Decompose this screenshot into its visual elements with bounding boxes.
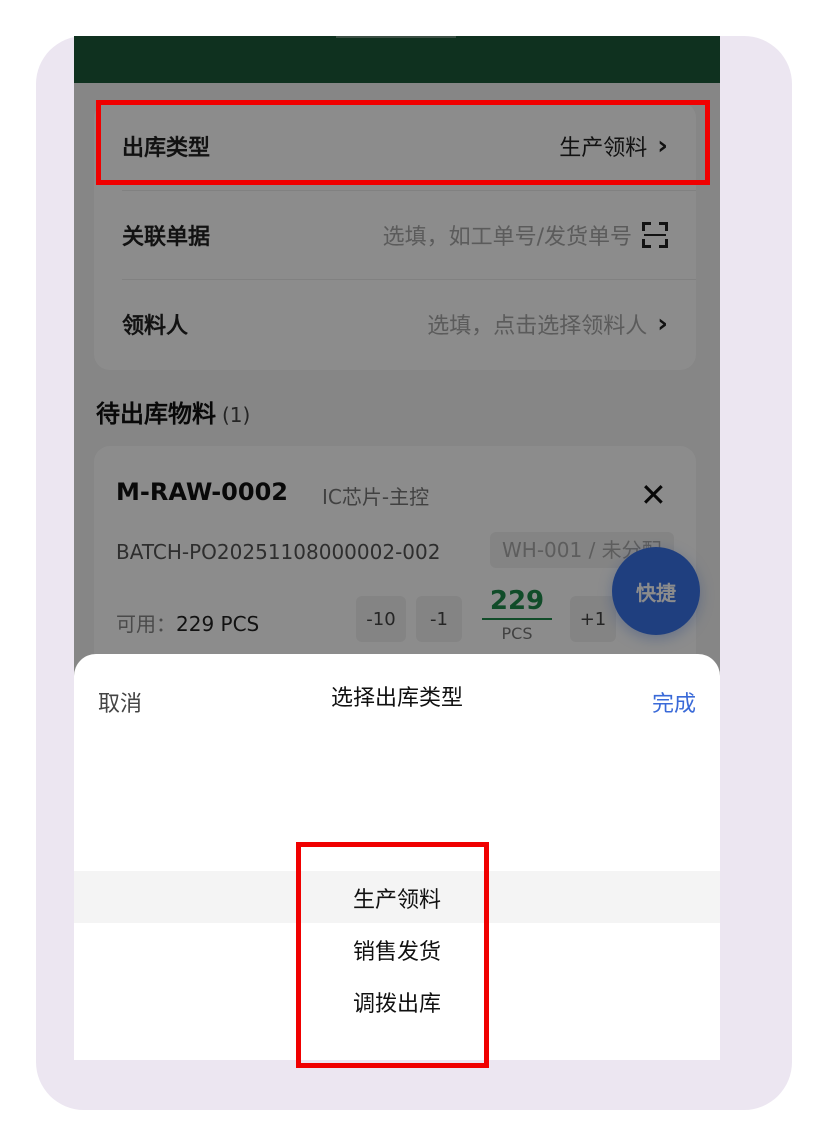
done-button[interactable]: 完成 — [652, 686, 696, 718]
picker-title: 选择出库类型 — [330, 686, 463, 711]
highlight-box-picker — [296, 842, 489, 1068]
highlight-box-out-type — [96, 100, 710, 185]
